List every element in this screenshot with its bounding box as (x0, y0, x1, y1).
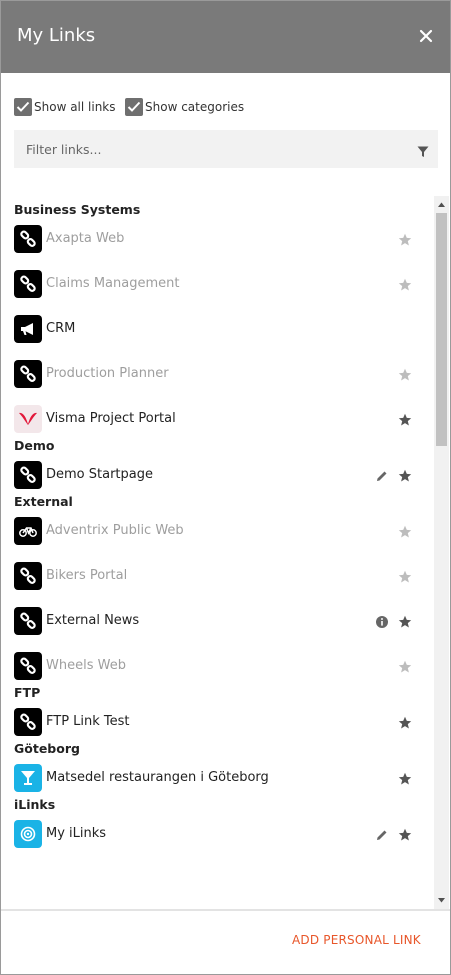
link-item[interactable]: Adventrix Public Web (14, 517, 424, 545)
links-list: Business Systems Axapta Web Claims Managem… (1, 196, 434, 909)
favorite-star-icon[interactable] (398, 715, 412, 729)
link-icon (14, 225, 42, 253)
favorite-star-icon[interactable] (398, 569, 412, 583)
favorite-star-icon[interactable] (398, 468, 412, 482)
link-icon (14, 270, 42, 298)
pencil-icon[interactable] (375, 468, 389, 482)
favorite-star-icon[interactable] (398, 827, 412, 841)
scroll-up-arrow-icon[interactable] (437, 200, 446, 209)
scrollbar-thumb[interactable] (436, 213, 447, 446)
megaphone-icon (14, 315, 42, 343)
checkbox-checked-icon (14, 98, 32, 116)
visma-logo-icon (14, 405, 42, 433)
category-heading: iLinks (14, 797, 56, 812)
link-icon (14, 360, 42, 388)
favorite-star-icon[interactable] (398, 771, 412, 785)
cocktail-icon (14, 764, 42, 792)
link-item[interactable]: Demo Startpage (14, 461, 424, 489)
link-item[interactable]: My iLinks (14, 820, 424, 848)
panel-header: My Links (1, 1, 450, 73)
link-label[interactable]: My iLinks (46, 826, 106, 841)
link-icon (14, 708, 42, 736)
show-all-links-label: Show all links (34, 100, 116, 114)
add-personal-link-button[interactable]: ADD PERSONAL LINK (292, 933, 421, 947)
filter-icon[interactable] (417, 143, 429, 157)
link-label[interactable]: Axapta Web (46, 231, 124, 246)
link-item[interactable]: Claims Management (14, 270, 424, 298)
link-icon (14, 562, 42, 590)
category-heading: External (14, 494, 73, 509)
link-item[interactable]: Visma Project Portal (14, 405, 424, 433)
link-item[interactable]: CRM (14, 315, 424, 343)
favorite-star-icon[interactable] (398, 277, 412, 291)
filter-box (14, 130, 438, 168)
favorite-star-icon[interactable] (398, 524, 412, 538)
close-icon[interactable] (415, 25, 437, 47)
favorite-star-icon[interactable] (398, 412, 412, 426)
category-heading: Göteborg (14, 741, 80, 756)
target-icon (14, 820, 42, 848)
category-heading: Business Systems (14, 202, 141, 217)
scroll-down-arrow-icon[interactable] (437, 896, 446, 905)
link-label[interactable]: Claims Management (46, 276, 179, 291)
link-item[interactable]: Production Planner (14, 360, 424, 388)
link-item[interactable]: Axapta Web (14, 225, 424, 253)
link-icon (14, 461, 42, 489)
my-links-panel: My Links Show all links Show categories … (0, 0, 451, 975)
category-heading: FTP (14, 685, 41, 700)
link-item[interactable]: FTP Link Test (14, 708, 424, 736)
favorite-star-icon[interactable] (398, 614, 412, 628)
info-icon[interactable] (375, 614, 389, 628)
checkbox-checked-icon (125, 98, 143, 116)
pencil-icon[interactable] (375, 827, 389, 841)
favorite-star-icon[interactable] (398, 232, 412, 246)
link-label[interactable]: External News (46, 613, 139, 628)
link-item[interactable]: External News (14, 607, 424, 635)
show-categories-checkbox[interactable]: Show categories (125, 97, 244, 117)
link-label[interactable]: Wheels Web (46, 658, 126, 673)
favorite-star-icon[interactable] (398, 659, 412, 673)
show-all-links-checkbox[interactable]: Show all links (14, 97, 116, 117)
panel-title: My Links (17, 25, 96, 46)
link-item[interactable]: Bikers Portal (14, 562, 424, 590)
link-label[interactable]: Adventrix Public Web (46, 523, 184, 538)
show-categories-label: Show categories (145, 100, 245, 114)
category-heading: Demo (14, 438, 55, 453)
link-item[interactable]: Matsedel restaurangen i Göteborg (14, 764, 424, 792)
link-icon (14, 607, 42, 635)
favorite-star-icon[interactable] (398, 367, 412, 381)
link-label[interactable]: Demo Startpage (46, 467, 153, 482)
display-options: Show all links Show categories (14, 97, 444, 117)
link-label[interactable]: Matsedel restaurangen i Göteborg (46, 770, 269, 785)
link-label[interactable]: Production Planner (46, 366, 169, 381)
bicycle-icon (14, 517, 42, 545)
footer-divider (1, 909, 450, 911)
filter-links-input[interactable] (14, 130, 404, 168)
link-label[interactable]: Visma Project Portal (46, 411, 176, 426)
link-label[interactable]: Bikers Portal (46, 568, 127, 583)
link-item[interactable]: Wheels Web (14, 652, 424, 680)
link-icon (14, 652, 42, 680)
scrollbar[interactable] (434, 196, 449, 909)
link-label[interactable]: FTP Link Test (46, 714, 130, 729)
link-label[interactable]: CRM (46, 321, 75, 336)
